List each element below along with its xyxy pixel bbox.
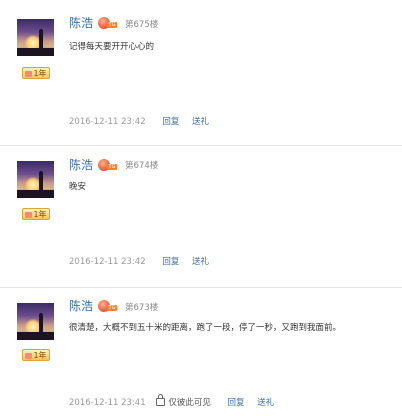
reply-link[interactable]: 回复 xyxy=(162,117,179,127)
cake-icon xyxy=(25,71,33,77)
floor-number: 第675楼 xyxy=(125,20,159,30)
cake-icon xyxy=(25,353,33,359)
tomato-level-icon: TG xyxy=(98,158,118,172)
floor-number: 第673楼 xyxy=(125,303,159,313)
username[interactable]: 陈浩 xyxy=(69,156,93,173)
year-badge: 1年 xyxy=(22,208,50,220)
gift-link[interactable]: 送礼 xyxy=(192,257,209,267)
gift-link[interactable]: 送礼 xyxy=(257,398,274,408)
message-post: 1年 陈浩 TG 第675楼 记得每天要开开心心的 2016-12-11 23:… xyxy=(0,0,402,145)
avatar[interactable] xyxy=(17,161,54,198)
ground-silhouette xyxy=(17,332,54,340)
ground-silhouette xyxy=(17,48,54,56)
username[interactable]: 陈浩 xyxy=(69,297,93,314)
private-visibility: 仅彼此可见 xyxy=(156,394,211,408)
message-content: 晚安 xyxy=(69,182,87,192)
timestamp: 2016-12-11 23:42 xyxy=(69,257,146,267)
ground-silhouette xyxy=(17,190,54,198)
gift-link[interactable]: 送礼 xyxy=(192,117,209,127)
tomato-level-icon: TG xyxy=(98,299,118,313)
floor-number: 第674楼 xyxy=(125,161,159,171)
message-meta: 2016-12-11 23:41 仅彼此可见 回复 送礼 xyxy=(69,394,274,408)
avatar[interactable] xyxy=(17,303,54,340)
message-post: 1年 陈浩 TG 第673楼 很清楚，大概不到五十米的距离，跑了一段，停了一秒，… xyxy=(0,287,402,416)
message-content: 记得每天要开开心心的 xyxy=(69,42,155,52)
timestamp: 2016-12-11 23:41 xyxy=(69,398,146,408)
lock-icon xyxy=(156,394,166,406)
year-badge: 1年 xyxy=(22,67,50,79)
reply-link[interactable]: 回复 xyxy=(162,257,179,267)
tomato-level-icon: TG xyxy=(98,16,118,30)
avatar[interactable] xyxy=(17,19,54,56)
reply-link[interactable]: 回复 xyxy=(228,398,245,408)
username[interactable]: 陈浩 xyxy=(69,14,93,31)
cake-icon xyxy=(25,212,33,218)
year-badge: 1年 xyxy=(22,349,50,361)
message-meta: 2016-12-11 23:42 回复 送礼 xyxy=(69,255,209,267)
message-post: 1年 陈浩 TG 第674楼 晚安 2016-12-11 23:42 回复 送礼 xyxy=(0,145,402,287)
timestamp: 2016-12-11 23:42 xyxy=(69,117,146,127)
message-meta: 2016-12-11 23:42 回复 送礼 xyxy=(69,115,209,127)
message-content: 很清楚，大概不到五十米的距离，跑了一段，停了一秒，又跑到我面前。 xyxy=(69,323,342,333)
